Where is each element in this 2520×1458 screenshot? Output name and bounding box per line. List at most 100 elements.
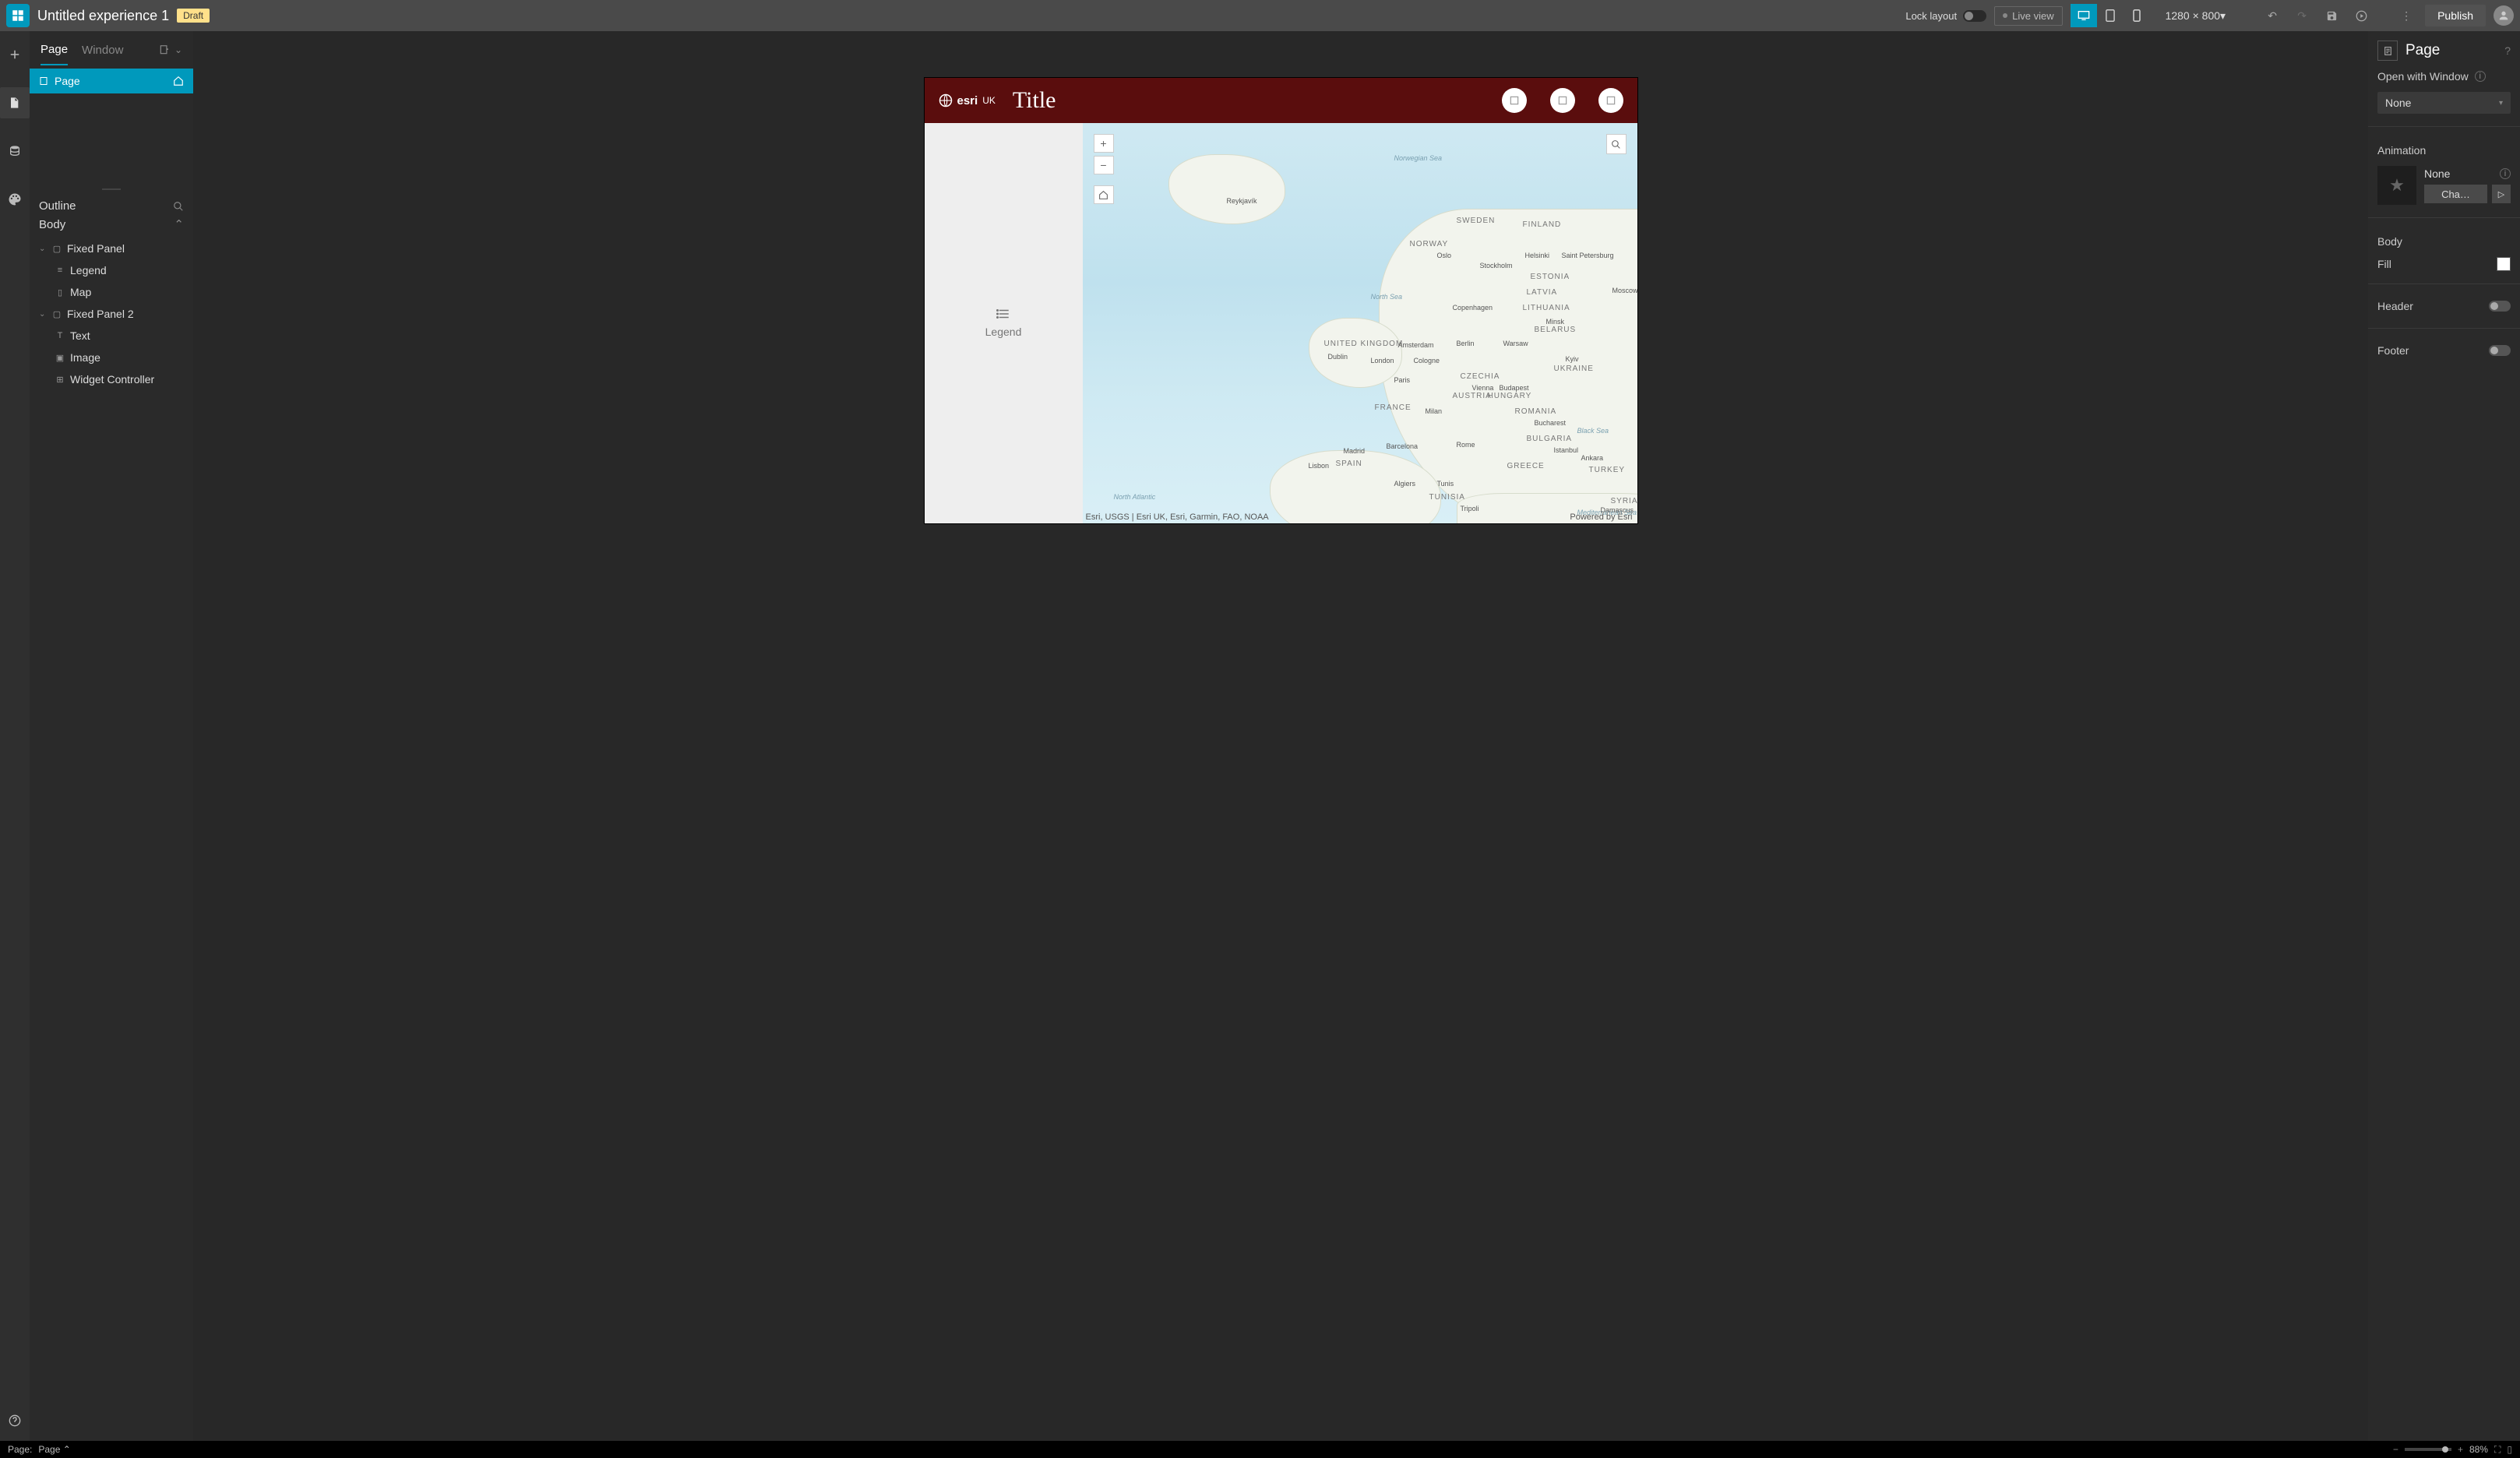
zoom-out-button[interactable]: − bbox=[1094, 156, 1114, 174]
canvas-viewport[interactable]: esri UK Title Legend bbox=[193, 31, 2368, 1441]
app-title-text[interactable]: Title bbox=[1013, 87, 1056, 114]
header-label: Header bbox=[2377, 300, 2413, 312]
pages-icon[interactable] bbox=[0, 87, 30, 118]
live-view-button[interactable]: Live view bbox=[1994, 6, 2062, 26]
animation-row: ★ None i Cha… ▷ bbox=[2377, 166, 2511, 205]
undo-icon[interactable]: ↶ bbox=[2261, 5, 2283, 26]
canvas-page[interactable]: esri UK Title Legend bbox=[925, 78, 1637, 523]
page-item-icon bbox=[39, 76, 48, 86]
left-rail bbox=[0, 31, 30, 1441]
live-dot-icon bbox=[2003, 13, 2007, 18]
open-with-window-select[interactable]: None▾ bbox=[2377, 92, 2511, 114]
page-dropdown-icon[interactable]: ⌄ bbox=[174, 44, 182, 55]
zoom-out-icon[interactable]: − bbox=[2393, 1444, 2398, 1455]
page-item-label: Page bbox=[55, 75, 80, 87]
add-page-icon[interactable] bbox=[159, 44, 170, 55]
redo-icon[interactable]: ↷ bbox=[2291, 5, 2313, 26]
map-widget[interactable]: + − Reykjavík Norwegian Sea North Sea bbox=[1083, 123, 1637, 523]
outline-search-icon[interactable] bbox=[173, 201, 184, 212]
info-icon[interactable]: i bbox=[2500, 168, 2511, 179]
tree-fixed-panel[interactable]: ⌄ ▢ Fixed Panel bbox=[34, 238, 189, 259]
device-view-icon[interactable]: ▯ bbox=[2507, 1444, 2512, 1455]
caret-icon[interactable]: ⌄ bbox=[39, 245, 47, 253]
lock-layout-label: Lock layout bbox=[1905, 10, 1957, 22]
tree-legend[interactable]: ≡ Legend bbox=[34, 259, 189, 281]
legend-icon: ≡ bbox=[55, 265, 65, 276]
insert-widget-icon[interactable] bbox=[0, 39, 30, 70]
panel-icon: ▢ bbox=[51, 308, 62, 319]
zoom-in-button[interactable]: + bbox=[1094, 134, 1114, 153]
footer-label: Footer bbox=[2377, 344, 2409, 357]
tree-fixed-panel-2[interactable]: ⌄ ▢ Fixed Panel 2 bbox=[34, 303, 189, 325]
experience-title[interactable]: Untitled experience 1 bbox=[37, 8, 169, 24]
app-body: Legend + − bbox=[925, 123, 1637, 523]
lock-layout-switch[interactable] bbox=[1963, 10, 1986, 22]
user-avatar-icon[interactable] bbox=[2494, 5, 2514, 26]
app-logo-icon[interactable] bbox=[6, 4, 30, 27]
left-panel-tabs: Page Window ⌄ bbox=[30, 31, 193, 69]
header-widget-button-3[interactable] bbox=[1598, 88, 1623, 113]
map-controls: + − bbox=[1094, 134, 1114, 204]
caret-icon[interactable]: ⌄ bbox=[39, 310, 47, 319]
right-panel-title: Page bbox=[2405, 42, 2440, 59]
panel-help-icon[interactable]: ? bbox=[2504, 44, 2511, 57]
footer-toggle[interactable] bbox=[2489, 345, 2511, 356]
tree-widget-controller[interactable]: ⊞ Widget Controller bbox=[34, 368, 189, 390]
change-animation-button[interactable]: Cha… bbox=[2424, 185, 2487, 203]
more-options-icon[interactable]: ⋮ bbox=[2395, 5, 2417, 26]
fill-color-swatch[interactable] bbox=[2497, 257, 2511, 271]
fill-row: Fill bbox=[2377, 257, 2511, 271]
body-header[interactable]: Body ⌃ bbox=[30, 214, 193, 238]
tab-window[interactable]: Window bbox=[82, 36, 123, 65]
header-widget-button-2[interactable] bbox=[1550, 88, 1575, 113]
map-credits: Esri, USGS | Esri UK, Esri, Garmin, FAO,… bbox=[1086, 512, 1269, 522]
panel-icon: ▢ bbox=[51, 243, 62, 254]
page-indicator-value[interactable]: Page ⌃ bbox=[38, 1444, 70, 1455]
data-icon[interactable] bbox=[0, 136, 30, 167]
page-indicator-label: Page: bbox=[8, 1444, 32, 1455]
info-icon[interactable]: i bbox=[2475, 71, 2486, 82]
help-icon[interactable] bbox=[0, 1405, 30, 1436]
tree-map[interactable]: ▯ Map bbox=[34, 281, 189, 303]
preview-icon[interactable] bbox=[2350, 5, 2372, 26]
animation-value: None bbox=[2424, 167, 2450, 180]
map-search-button[interactable] bbox=[1606, 134, 1627, 154]
zoom-in-icon[interactable]: + bbox=[2458, 1444, 2463, 1455]
phone-device-button[interactable] bbox=[2123, 4, 2150, 27]
header-toggle[interactable] bbox=[2489, 301, 2511, 312]
canvas-dimensions[interactable]: 1280 × 800▾ bbox=[2166, 9, 2226, 23]
animation-label: Animation bbox=[2377, 144, 2511, 157]
home-page-icon[interactable] bbox=[173, 76, 184, 86]
legend-panel[interactable]: Legend bbox=[925, 123, 1083, 523]
app-header[interactable]: esri UK Title bbox=[925, 78, 1637, 123]
tablet-device-button[interactable] bbox=[2097, 4, 2123, 27]
lock-layout-control[interactable]: Lock layout bbox=[1905, 10, 1986, 22]
page-list-item[interactable]: Page bbox=[30, 69, 193, 93]
live-view-label: Live view bbox=[2012, 10, 2053, 22]
tab-page[interactable]: Page bbox=[41, 35, 68, 65]
header-toggle-row: Header bbox=[2377, 297, 2511, 315]
footer-toggle-row: Footer bbox=[2377, 341, 2511, 360]
tree-image[interactable]: ▣ Image bbox=[34, 347, 189, 368]
theme-icon[interactable] bbox=[0, 184, 30, 215]
powered-by: Powered by Esri bbox=[1570, 512, 1632, 522]
save-icon[interactable] bbox=[2321, 5, 2342, 26]
publish-button[interactable]: Publish bbox=[2425, 5, 2486, 26]
body-section-label: Body bbox=[2377, 235, 2511, 248]
zoom-slider[interactable] bbox=[2405, 1448, 2451, 1451]
image-icon: ▣ bbox=[55, 352, 65, 363]
fit-screen-icon[interactable]: ⛶ bbox=[2494, 1444, 2501, 1456]
device-preview-group bbox=[2071, 4, 2150, 27]
home-extent-button[interactable] bbox=[1094, 185, 1114, 204]
zoom-percent[interactable]: 88% bbox=[2469, 1444, 2488, 1455]
play-animation-button[interactable]: ▷ bbox=[2492, 185, 2511, 203]
header-widget-button-1[interactable] bbox=[1502, 88, 1527, 113]
right-panel-header: Page ? bbox=[2377, 40, 2511, 61]
animation-thumbnail[interactable]: ★ bbox=[2377, 166, 2416, 205]
tree-text[interactable]: T Text bbox=[34, 325, 189, 347]
body-collapse-icon[interactable]: ⌃ bbox=[174, 217, 184, 231]
body-label: Body bbox=[39, 218, 65, 231]
page-list: Page bbox=[30, 69, 193, 93]
right-panel: Page ? Open with Window i None▾ Animatio… bbox=[2368, 31, 2520, 1441]
desktop-device-button[interactable] bbox=[2071, 4, 2097, 27]
